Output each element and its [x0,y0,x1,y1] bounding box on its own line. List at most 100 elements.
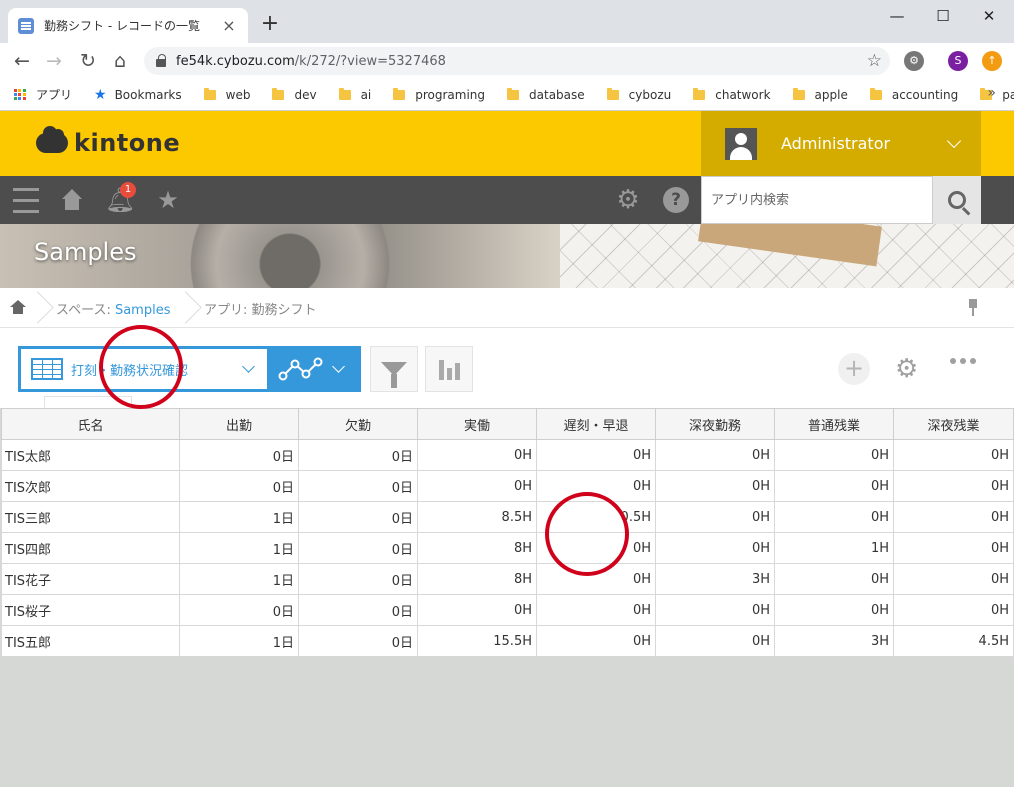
url-host: fe54k.cybozu.com [176,53,295,69]
bookmark-label: web [225,87,251,102]
column-header[interactable]: 欠勤 [298,408,418,440]
user-menu[interactable]: Administrator [701,111,981,176]
bookmark-folder-pay[interactable]: pay [980,87,1014,102]
value-cell: 0H [655,625,775,657]
forward-arrow-icon[interactable]: → [42,49,66,73]
browser-tab[interactable]: 勤務シフト - レコードの一覧 × [8,8,248,43]
employee-name-cell: TIS太郎 [1,439,180,471]
update-icon[interactable]: ↑ [982,51,1002,71]
bookmark-folder-apple[interactable]: apple [792,87,848,102]
add-record-button[interactable]: + [838,353,870,385]
portal-home-button[interactable] [52,176,92,224]
app-search-input[interactable] [701,176,933,224]
maximize-button[interactable]: ☐ [920,4,966,28]
bookmarks-overflow-button[interactable]: » [987,85,996,101]
value-cell: 1日 [179,563,299,595]
breadcrumb-space-link[interactable]: Samples [115,303,171,318]
graph-dropdown[interactable] [270,346,361,392]
kintone-logo[interactable]: kintone [36,126,181,157]
bookmark-star-icon[interactable]: ☆ [867,51,882,71]
folder-icon [507,87,520,100]
view-tab-indicator [44,396,132,408]
close-window-button[interactable]: ✕ [966,4,1012,28]
bookmark-folder-chatwork[interactable]: chatwork [693,87,771,102]
bookmark-label: chatwork [715,87,771,102]
table-row[interactable]: TIS花子 1日 0日 8H 0H 3H 0H 0H [1,563,1014,595]
value-cell: 0H [536,563,656,595]
value-cell: 0H [774,439,894,471]
back-arrow-icon[interactable]: ← [10,49,34,73]
bookmark-folder-programing[interactable]: programing [393,87,486,102]
value-cell: 8H [417,563,537,595]
value-cell: 0日 [298,470,418,502]
table-view-icon [31,358,63,380]
table-row[interactable]: TIS桜子 0日 0日 0H 0H 0H 0H 0H [1,594,1014,626]
bookmark-label: accounting [891,87,959,102]
value-cell: 0H [417,439,537,471]
reload-icon[interactable]: ↻ [76,49,100,73]
bookmark-folder-ai[interactable]: ai [338,87,371,102]
favorites-star-icon[interactable]: ★ [148,176,188,224]
table-row[interactable]: TIS五郎 1日 0日 15.5H 0H 0H 3H 4.5H [1,625,1014,657]
value-cell: 0H [893,563,1014,595]
bookmark-folder-cybozu[interactable]: cybozu [606,87,672,102]
new-tab-button[interactable]: + [258,12,282,36]
folder-icon [869,87,882,100]
breadcrumb-space-prefix: スペース: [56,303,115,318]
breadcrumb-separator [182,292,202,324]
graph-button[interactable] [425,346,473,392]
pin-icon[interactable] [967,299,979,317]
space-title: Samples [34,238,137,266]
value-cell: 3H [774,625,894,657]
column-header[interactable]: 出勤 [179,408,299,440]
bookmark-folder-database[interactable]: database [507,87,585,102]
extension-gear-icon[interactable]: ⚙ [904,51,924,71]
value-cell: 0H [774,563,894,595]
table-row[interactable]: TIS次郎 0日 0日 0H 0H 0H 0H 0H [1,470,1014,502]
bookmark-folder-dev[interactable]: dev [272,87,317,102]
profile-avatar[interactable]: S [948,51,968,71]
bookmark-bookmarks[interactable]: ★ Bookmarks [94,87,182,103]
value-cell: 0H [536,532,656,564]
folder-icon [338,87,351,100]
kintone-logo-text: kintone [74,129,181,157]
home-icon[interactable]: ⌂ [108,49,132,73]
column-header[interactable]: 普通残業 [774,408,894,440]
tab-close-button[interactable]: × [220,16,238,35]
menu-hamburger-icon[interactable] [6,176,46,224]
table-row[interactable]: TIS太郎 0日 0日 0H 0H 0H 0H 0H [1,439,1014,471]
help-button[interactable]: ? [656,176,696,224]
value-cell: 0H [655,532,775,564]
search-button[interactable] [933,176,981,224]
column-header[interactable]: 深夜残業 [893,408,1014,440]
column-header[interactable]: 実働 [417,408,537,440]
table-row[interactable]: TIS四郎 1日 0日 8H 0H 0H 1H 0H [1,532,1014,564]
bookmark-label: cybozu [628,87,672,102]
filter-button[interactable] [370,346,418,392]
column-header[interactable]: 遅刻・早退 [536,408,656,440]
column-header[interactable]: 深夜勤務 [655,408,775,440]
more-options-button[interactable] [950,358,976,364]
value-cell: 15.5H [417,625,537,657]
table-row[interactable]: TIS三郎 1日 0日 8.5H 0.5H 0H 0H 0H [1,501,1014,533]
value-cell: 0H [417,594,537,626]
value-cell: 0H [774,470,894,502]
view-dropdown[interactable]: 打刻・勤務状況確認 [21,349,267,389]
column-header[interactable]: 氏名 [1,408,180,440]
value-cell: 0日 [179,439,299,471]
notifications-button[interactable]: 🔔︎ [100,176,140,224]
settings-gear-icon[interactable]: ⚙ [608,176,648,224]
url-bar[interactable]: fe54k.cybozu.com/k/272/?view=5327468 ☆ [144,47,890,75]
value-cell: 0H [536,625,656,657]
app-settings-gear-icon[interactable]: ⚙ [895,355,918,383]
bookmark-label: programing [415,87,486,102]
bookmark-apps[interactable]: アプリ [14,86,72,103]
bookmark-folder-accounting[interactable]: accounting [869,87,959,102]
breadcrumb-space[interactable]: スペース: Samples [56,299,170,318]
breadcrumb-app[interactable]: アプリ: 勤務シフト [204,299,317,318]
employee-name-cell: TIS四郎 [1,532,180,564]
address-toolbar: ← → ↻ ⌂ fe54k.cybozu.com/k/272/?view=532… [0,43,1014,79]
minimize-button[interactable]: — [874,4,920,28]
value-cell: 0H [655,470,775,502]
bookmark-folder-web[interactable]: web [203,87,251,102]
